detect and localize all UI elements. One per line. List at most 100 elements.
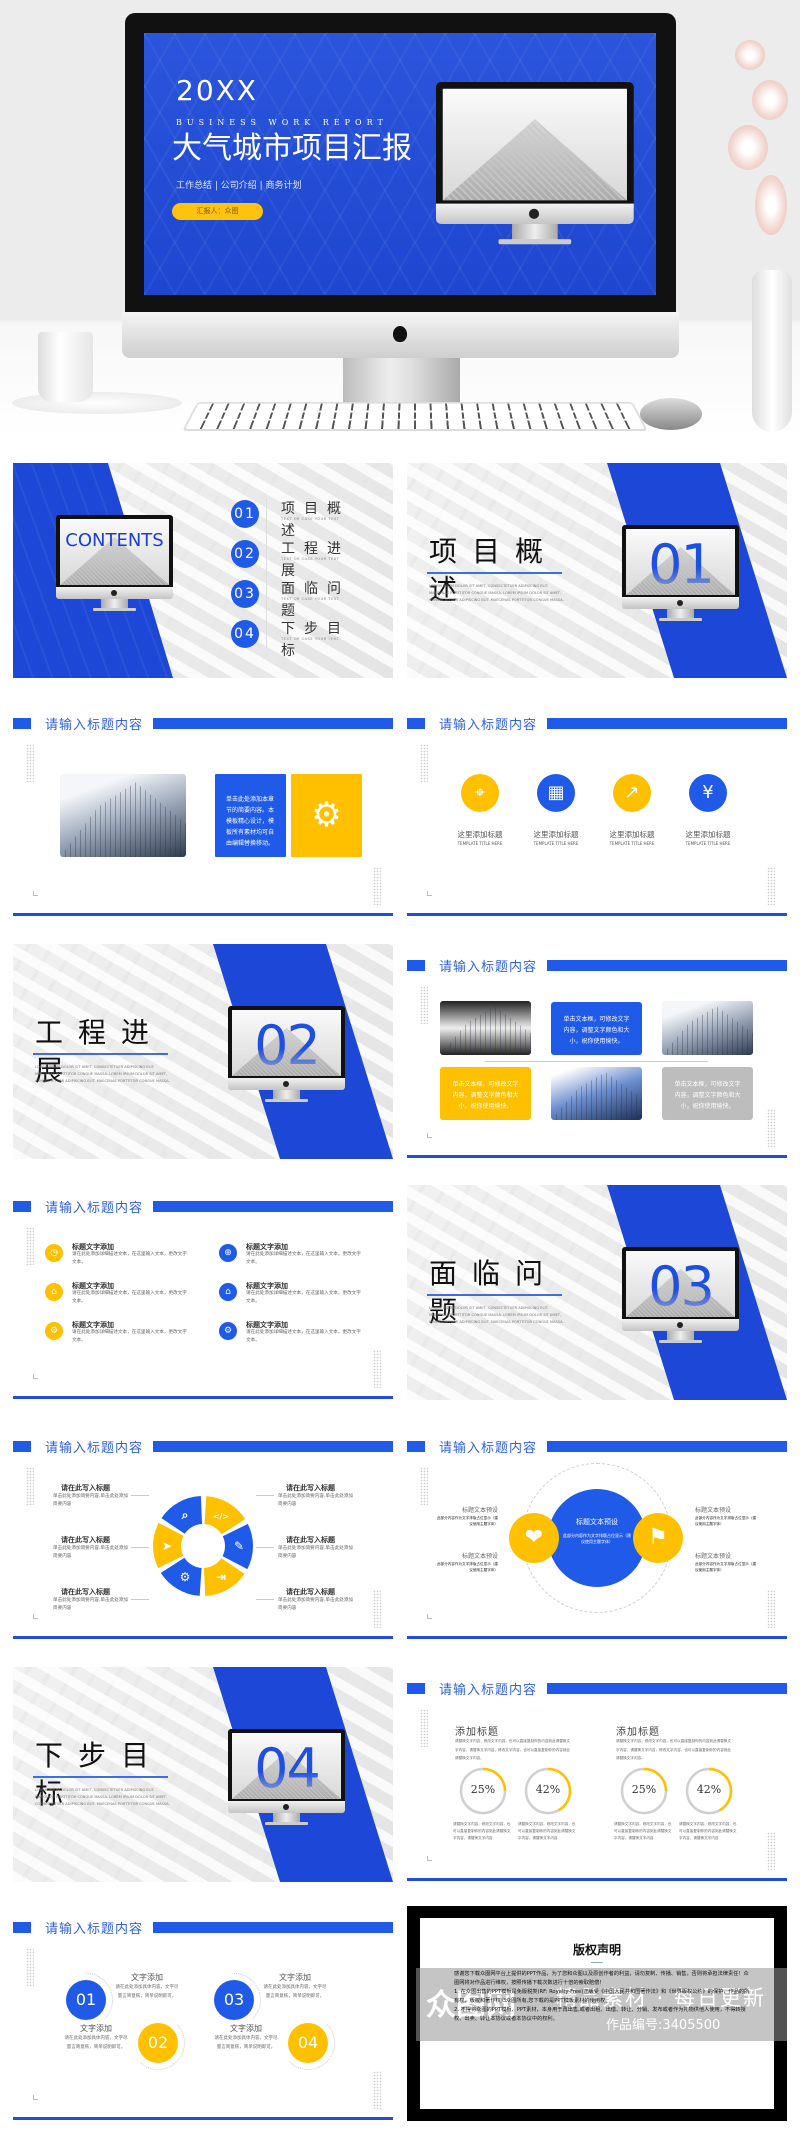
connector-line (485, 1061, 708, 1062)
contents-number[interactable]: 01 (231, 500, 259, 528)
circle-label-desc: 此部分内容作为文字排版占位显示（建议使用主题字体） (695, 1562, 757, 1572)
contents-label: CONTENTS (65, 530, 164, 551)
step-title: 文字添加 (80, 2024, 112, 2033)
section-lorem: LOREM IPSUM DOLOR SIT AMET, CONSECTETUER… (429, 1306, 564, 1324)
blossom-decoration (752, 80, 788, 120)
text-box-yellow: 单击文本框，可修改文字内容，调整文字颜色和大小，祝你使用愉快。 (440, 1067, 531, 1120)
connector-line (131, 1495, 149, 1496)
intro-text-box: 单击此处添加本章节的简要内容。本模板精心设计，模板所有素材均可自由编辑替换移动。 (215, 774, 286, 857)
ring-label-desc: 单击此处添加简要内容,单击此处添加简要内容 (278, 1546, 353, 1559)
copyright-body: 感谢您下载众图网平台上提供的PPT作品，为了您和众图以及原创作者的利益，请勿复制… (454, 1970, 752, 2024)
code-icon: </> (213, 1512, 229, 1521)
step-title: 文字添加 (131, 1973, 163, 1982)
ring-slide: 请输入标题内容 ⌕ </> ✎ ⇥ ⚙ ➤ 请在此写入标题 单击此处添加简要内容,单击此处添… (13, 1425, 393, 1640)
mouse (640, 398, 702, 430)
icon-item-title: 这里添加标题 (609, 830, 655, 839)
home-icon: ⌂ (219, 1283, 237, 1301)
percent-label: 25% (631, 1783, 657, 1796)
circle-label-title: 标题文本预设 (695, 1553, 732, 1560)
list-item-desc: 请在此处添加详细描述文本，在这里输入文本，更改文字文本。 (72, 1252, 187, 1265)
steps-slide: 请输入标题内容 01 文字添加 请在此处添加具体内容，文字尽量言简意赅，简单说明即可… (13, 1906, 393, 2121)
list-item-desc: 请在此处添加详细描述文本，在这里输入文本，更改文字文本。 (246, 1291, 361, 1304)
ring-label-title: 请在此写入标题 (286, 1587, 335, 1596)
slide-title: 请输入标题内容 (45, 718, 144, 733)
signpost-icon: ⚑ (633, 1513, 683, 1563)
section-slide-02: 工程进展 LOREM IPSUM DOLOR SIT AMET, CONSECTE… (13, 944, 393, 1159)
step-number: 01 (66, 1980, 106, 2020)
ring-label-title: 请在此写入标题 (286, 1483, 335, 1492)
hero-year: 20XX (176, 74, 258, 107)
inner-monitor (436, 82, 634, 245)
circle-slide: 请输入标题内容 标题文本预设 此部分内容作为文字排版占位显示（建议使用主题字体）… (407, 1425, 787, 1640)
contents-item-sub: TEXT OR CASE YOUR TEXT (281, 637, 340, 641)
step-title: 文字添加 (230, 2024, 262, 2033)
title-underline (427, 1294, 562, 1296)
contents-item-sub: TEXT OR CASE YOUR TEXT (281, 557, 340, 561)
copyright-slide: 众图网 精品素材 · 每日更新 作品编号:3405500 版权声明 感谢您下载众… (407, 1906, 787, 2121)
connector-line (256, 1547, 274, 1548)
section-lorem: LOREM IPSUM DOLOR SIT AMET, CONSECTETUER… (35, 1788, 170, 1806)
connector-line (131, 1599, 149, 1600)
section-slide-01: 项目概述 LOREM IPSUM DOLOR SIT AMET, CONSECTE… (407, 463, 787, 678)
slide-title: 请输入标题内容 (439, 1441, 538, 1456)
circle-label-desc: 此部分内容作为文字排版占位显示（建议使用主题字体） (436, 1516, 498, 1526)
apple-icon (111, 590, 117, 596)
list-item-desc: 请在此处添加详细描述文本，在这里输入文本，更改文字文本。 (72, 1330, 187, 1343)
circle-label-desc: 此部分内容作为文字排版占位显示（建议使用主题字体） (436, 1562, 498, 1572)
contents-number[interactable]: 03 (231, 580, 259, 608)
title-underline (427, 572, 562, 574)
presentation-chart-icon: ▦ (537, 774, 575, 812)
list-item-desc: 请在此处添加详细描述文本，在这里输入文本，更改文字文本。 (72, 1291, 187, 1304)
step-desc: 请在此处添加具体内容，文字尽量言简意赅，简单说明即可。 (64, 2036, 128, 2050)
icon-item-title: 这里添加标题 (457, 830, 503, 839)
percent-label: 42% (535, 1783, 561, 1796)
center-circle: 标题文本预设 此部分内容作为文字排版占位显示（建议使用主题字体） (548, 1489, 646, 1587)
building-photo (662, 1001, 753, 1055)
ring-desc: 请替换文字内容，修改文字内容，也可以直接复制你的内容到此请替换文字内容，请替换文… (453, 1822, 511, 1840)
connector-line (131, 1547, 149, 1548)
icon-item-sub: TEMPLATE TITLE HERE (609, 841, 655, 846)
apple-icon (393, 326, 407, 342)
apple-icon (677, 1322, 683, 1328)
copyright-paragraph: 感谢您下载众图网平台上提供的PPT作品，为了您和众图以及原创作者的利益，请勿复制… (454, 1971, 749, 1986)
contents-item-sub: TEXT OR CASE YOUR TEXT (281, 517, 340, 521)
hero-mockup: 20XX BUSINESS WORK REPORT 大气城市项目汇报 工作总结 … (0, 0, 800, 437)
ring-label-title: 请在此写入标题 (286, 1535, 335, 1544)
vase (752, 270, 792, 432)
circle-label-title: 标题文本预设 (461, 1507, 498, 1514)
copyright-title: 版权声明 (572, 1943, 621, 1957)
percent-slide: 请输入标题内容 添加标题 请替换文字内容，修改文字内容，也可以直接复制你的内容到此… (407, 1667, 787, 1882)
text-box-gray: 单击文本框，可修改文字内容，调整文字颜色和大小，祝你使用愉快。 (662, 1067, 753, 1120)
center-title: 标题文本预设 (576, 1518, 618, 1526)
clock-icon: ◷ (45, 1244, 63, 1262)
section-monitor: 04 (228, 1729, 345, 1825)
circle-label-desc: 此部分内容作为文字排版占位显示（建议使用主题字体） (695, 1516, 757, 1526)
slide-title: 请输入标题内容 (439, 960, 538, 975)
blossom-decoration (755, 175, 787, 235)
icon-item-title: 这里添加标题 (685, 830, 731, 839)
step-desc: 请在此处添加具体内容，文字尽量言简意赅，简单说明即可。 (214, 2036, 278, 2050)
blossom-decoration (735, 40, 765, 70)
monitor-stand (343, 358, 460, 402)
column-desc: 请替换文字内容，修改文字内容，也可以直接复制你的内容到此请替换文字内容，请替换文… (455, 1739, 570, 1760)
connector-line (256, 1599, 274, 1600)
apple-icon (528, 208, 540, 219)
step-number: 03 (214, 1980, 254, 2020)
step-desc: 请在此处添加具体内容，文字尽量言简意赅，简单说明即可。 (115, 1985, 179, 1999)
title-underline (33, 1053, 168, 1055)
ring-label-desc: 单击此处添加简要内容,单击此处添加简要内容 (278, 1598, 353, 1611)
section-monitor: 03 (622, 1247, 739, 1343)
contents-number[interactable]: 02 (231, 540, 259, 568)
icons-slide: 请输入标题内容 ⌖ 这里添加标题 TEMPLATE TITLE HERE ▦ 这里添加标… (407, 702, 787, 917)
blossom-decoration (728, 125, 768, 170)
hero-tagline: 工作总结 | 公司介绍 | 商务计划 (176, 181, 302, 191)
ring-label-desc: 单击此处添加简要内容,单击此处添加简要内容 (278, 1494, 353, 1507)
step-title: 文字添加 (279, 1973, 311, 1982)
intro-slide: 请输入标题内容 单击此处添加本章节的简要内容。本模板精心设计，模板所有素材均可自… (13, 702, 393, 917)
settings-icon: ⚙ (219, 1322, 237, 1340)
section-monitor: 02 (228, 1006, 345, 1102)
section-lorem: LOREM IPSUM DOLOR SIT AMET, CONSECTETUER… (429, 584, 564, 602)
step-number: 02 (138, 2023, 178, 2063)
contents-number[interactable]: 04 (231, 620, 259, 648)
building-photo (60, 774, 186, 857)
